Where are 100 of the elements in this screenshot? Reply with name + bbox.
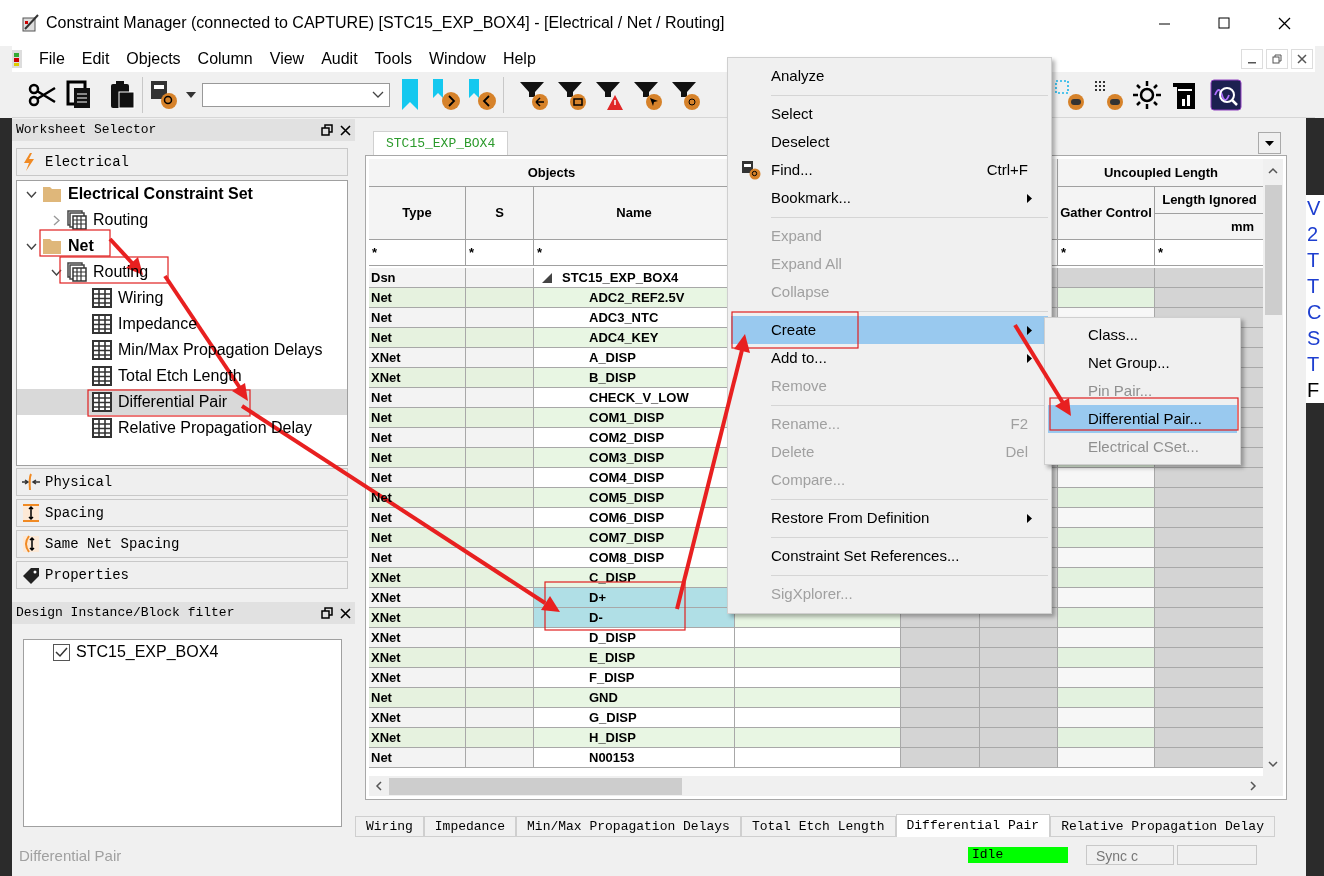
menu-item[interactable]: Analyze (731, 62, 1048, 90)
tree-item[interactable]: Net (68, 234, 94, 258)
close-icon[interactable] (340, 607, 351, 619)
sheet-tab[interactable]: Wiring (355, 816, 424, 837)
menu-item[interactable]: Tools (367, 47, 419, 71)
checkbox[interactable] (53, 643, 70, 661)
tree-item[interactable]: Impedance (118, 312, 198, 336)
table-cell (466, 348, 534, 368)
sheet-tab[interactable]: Total Etch Length (740, 816, 896, 837)
domain-button[interactable]: Properties (16, 561, 348, 589)
menu-item[interactable]: View (262, 47, 312, 71)
table-cell: Net (369, 288, 466, 308)
menu-item: Expand (770, 225, 823, 246)
close-icon[interactable] (340, 124, 351, 136)
table-cell[interactable]: D- (534, 608, 735, 628)
sun-icon[interactable] (1132, 79, 1162, 110)
scroll-right-icon[interactable] (1249, 781, 1257, 791)
sync-button[interactable]: Sync c (1086, 845, 1174, 865)
menu-item[interactable]: Window (421, 47, 493, 71)
document-close-button[interactable] (1291, 49, 1313, 69)
collapse-chevron-icon[interactable] (51, 268, 62, 276)
menu-item[interactable]: Objects (119, 47, 188, 71)
tree-item[interactable]: Electrical Constraint Set (68, 182, 253, 206)
table-cell[interactable]: F_DISP (534, 668, 735, 688)
table-cell[interactable]: N00153 (534, 748, 735, 768)
table-cell: XNet (369, 708, 466, 728)
column-header: Gather Control (1058, 187, 1155, 240)
menu-item[interactable]: Select (731, 100, 1048, 128)
table-cell[interactable]: G_DISP (534, 708, 735, 728)
table-cell: XNet (369, 728, 466, 748)
horizontal-scrollbar[interactable] (369, 776, 1283, 796)
collapse-chevron-icon[interactable] (26, 190, 37, 198)
app-menu-icon[interactable] (12, 50, 22, 68)
worksheet-tab[interactable]: STC15_EXP_BOX4 (373, 131, 509, 155)
table-cell (466, 508, 534, 528)
filter-cell[interactable]: * (369, 240, 466, 266)
sheet-tab[interactable]: Relative Propagation Delay (1050, 816, 1275, 837)
table-cell (466, 668, 534, 688)
caret-icon[interactable] (186, 91, 196, 98)
panel-title: Design Instance/Block filter (16, 604, 235, 623)
physical-icon (21, 472, 41, 492)
minimize-icon (1248, 62, 1256, 64)
table-cell (466, 628, 534, 648)
table-cell (466, 728, 534, 748)
expand-triangle-icon[interactable] (542, 272, 552, 283)
table-cell[interactable]: GND (534, 688, 735, 708)
scrollbar-thumb[interactable] (1264, 185, 1282, 315)
scrollbar-thumb[interactable] (389, 777, 682, 795)
sheet-tab[interactable]: Differential Pair (895, 814, 1051, 837)
domain-button[interactable]: Spacing (16, 499, 348, 527)
toggle-icon[interactable] (1054, 78, 1084, 111)
text-fragment: T (1307, 274, 1321, 299)
document-restore-button[interactable] (1266, 49, 1288, 69)
table-cell (466, 408, 534, 428)
table-cell: Net (369, 308, 466, 328)
scroll-up-icon[interactable] (1268, 167, 1278, 175)
dropdown-button[interactable] (1258, 132, 1281, 154)
float-button[interactable] (321, 607, 333, 619)
tree-item[interactable]: Routing (93, 208, 149, 232)
copy-icon[interactable] (65, 79, 93, 110)
table-cell (466, 368, 534, 388)
scroll-down-icon[interactable] (1268, 760, 1278, 769)
paste-icon[interactable] (108, 79, 136, 110)
previous-bookmark-icon[interactable] (467, 77, 497, 112)
scroll-left-icon[interactable] (375, 781, 383, 791)
sheet-tab[interactable]: Min/Max Propagation Delays (516, 816, 741, 837)
chevron-down-icon[interactable] (372, 90, 384, 99)
domain-button[interactable]: Electrical (16, 148, 348, 176)
menu-item[interactable]: Differential Pair... (1048, 405, 1237, 433)
tree-item[interactable]: Wiring (118, 286, 164, 310)
collapse-chevron-icon[interactable] (26, 242, 37, 250)
menu-item[interactable]: Edit (74, 47, 117, 71)
vertical-scrollbar[interactable] (1263, 159, 1283, 777)
menu-item: Compare... (770, 469, 847, 490)
menu-item[interactable]: Column (190, 47, 260, 71)
table-cell[interactable]: E_DISP (534, 648, 735, 668)
tag-icon (21, 565, 41, 585)
domain-button[interactable]: Same Net Spacing (16, 530, 348, 558)
expand-chevron-icon[interactable] (53, 214, 60, 226)
table-cell[interactable]: D_DISP (534, 628, 735, 648)
filter-cell[interactable]: * (1058, 240, 1155, 266)
filter-item-label: STC15_EXP_BOX4 (76, 642, 219, 662)
float-button[interactable] (321, 124, 333, 136)
menu-item[interactable]: Help (495, 47, 543, 71)
spacing-icon (21, 503, 41, 523)
filter-cell[interactable]: * (466, 240, 534, 266)
menu-item[interactable]: Audit (314, 47, 365, 71)
next-bookmark-icon[interactable] (431, 77, 461, 112)
tree-item[interactable]: Routing (93, 260, 149, 284)
tree-item[interactable]: Differential Pair (118, 390, 228, 414)
menu-item[interactable]: Deselect (731, 128, 1048, 156)
menu-item[interactable]: Create (731, 316, 1048, 344)
sheet-tab[interactable]: Impedance (423, 816, 517, 837)
table-cell[interactable]: H_DISP (534, 728, 735, 748)
domain-button[interactable]: Physical (16, 468, 348, 496)
folder-icon (42, 236, 62, 256)
worksheets-icon (67, 210, 87, 230)
menu-item[interactable]: File (32, 47, 72, 71)
toggle-icon[interactable] (1093, 78, 1123, 111)
waveform-search-icon[interactable] (1210, 78, 1242, 111)
